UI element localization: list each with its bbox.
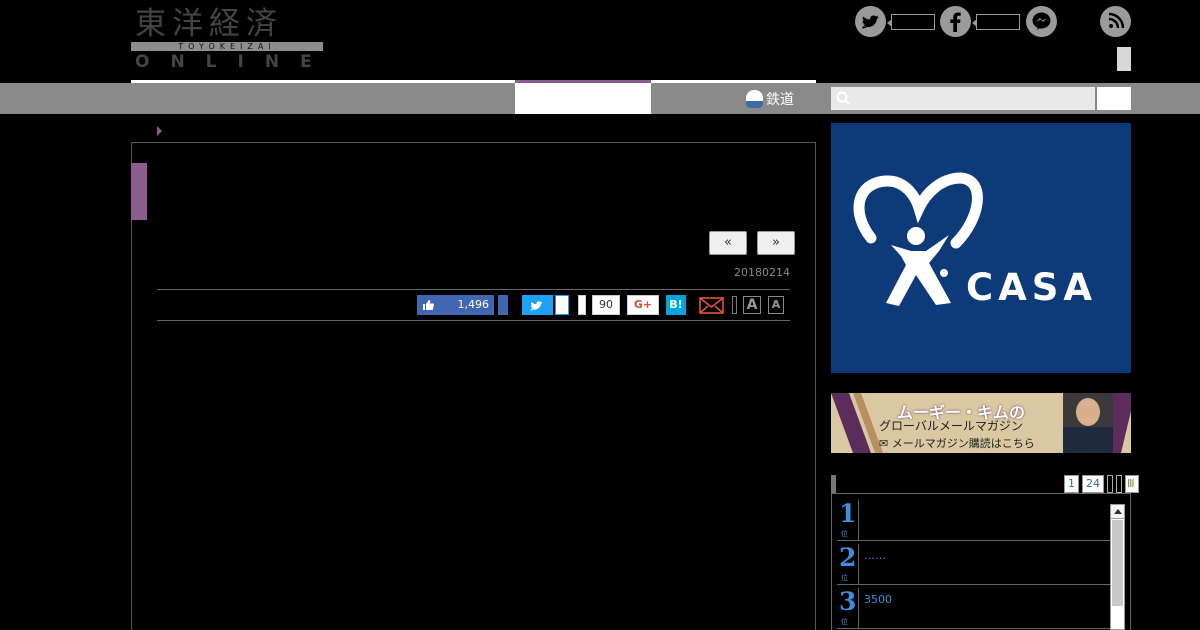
ranking-tab-1[interactable]: 1 bbox=[1064, 475, 1079, 493]
search-icon bbox=[836, 91, 850, 105]
facebook-like-button[interactable]: 1,496 bbox=[417, 295, 494, 315]
ad-casa-banner[interactable]: CASA bbox=[831, 123, 1131, 373]
twitter-bird-icon bbox=[530, 301, 543, 311]
logo-online: ONLINE bbox=[135, 52, 333, 72]
twitter-icon[interactable] bbox=[855, 6, 886, 37]
ad-kim-face bbox=[1076, 398, 1100, 426]
rss-icon[interactable] bbox=[1100, 6, 1131, 37]
title-accent-bar bbox=[131, 163, 147, 220]
ad-kim-cta-text: メールマガジン購読はこちら bbox=[891, 437, 1035, 450]
casa-heart-logo bbox=[853, 172, 983, 306]
ranking-item[interactable]: 1 位 bbox=[837, 498, 1110, 541]
ad-kim-cta: ✉ メールマガジン購読はこちら bbox=[879, 435, 1035, 451]
prev-page-button[interactable]: « bbox=[709, 231, 747, 255]
article-date: 20180214 bbox=[734, 266, 790, 279]
casa-wordmark: CASA bbox=[966, 266, 1098, 309]
social-links bbox=[855, 6, 1135, 40]
facebook-count-box bbox=[972, 14, 1020, 30]
article-paragraph bbox=[189, 347, 751, 372]
ranking-tab-4[interactable] bbox=[1116, 475, 1122, 493]
facebook-icon[interactable] bbox=[940, 6, 971, 37]
ranking-tab-3[interactable] bbox=[1107, 475, 1113, 493]
site-logo[interactable]: 東洋経済 TOYOKEIZAI ONLINE bbox=[131, 6, 325, 72]
logo-kanji: 東洋経済 bbox=[135, 6, 283, 42]
tweet-count bbox=[555, 295, 569, 315]
share-divider-top bbox=[157, 289, 790, 290]
rank-separator bbox=[858, 544, 859, 584]
header-menu-button[interactable] bbox=[1117, 47, 1131, 71]
ad-mail-magazine-banner[interactable]: ムーギー・キムの グローバルメールマガジン ✉ メールマガジン購読はこちら bbox=[831, 393, 1131, 453]
rank-unit: 位 bbox=[841, 574, 848, 582]
ranking-tab-24[interactable]: 24 bbox=[1082, 475, 1104, 493]
rank-unit: 位 bbox=[841, 618, 848, 626]
mail-icon[interactable] bbox=[699, 296, 724, 314]
hatena-bookmark-button[interactable]: B! bbox=[666, 295, 686, 315]
search-button[interactable] bbox=[1097, 87, 1131, 110]
scroll-up-arrow-icon[interactable] bbox=[1110, 504, 1125, 519]
ranking-item[interactable]: 2 位 …… bbox=[837, 542, 1110, 585]
rank-number: 2 bbox=[839, 543, 857, 572]
search-field[interactable] bbox=[831, 87, 1095, 110]
scrollbar-thumb[interactable] bbox=[1112, 520, 1123, 606]
ad-kim-suit bbox=[1063, 427, 1113, 453]
ranking-header-bar bbox=[831, 475, 836, 493]
rank-number: 3 bbox=[839, 587, 857, 616]
thumbs-up-icon bbox=[423, 300, 434, 310]
rank-separator bbox=[858, 500, 859, 540]
rank-number: 1 bbox=[839, 499, 857, 528]
nav-railway-label: 鉄道 bbox=[766, 92, 794, 108]
google-count-tail bbox=[578, 295, 586, 315]
nav-tab-active[interactable] bbox=[515, 83, 651, 114]
train-icon bbox=[746, 90, 763, 108]
facebook-share-button[interactable] bbox=[498, 295, 508, 315]
ranking-item[interactable]: 3 位 3500 bbox=[837, 586, 1110, 629]
google-count: 90 bbox=[592, 295, 620, 315]
rank-title[interactable]: 3500 bbox=[864, 593, 892, 606]
ranking-tabs: 1 24 Ⅲ bbox=[1064, 475, 1139, 493]
ranking-list: 1 位 2 位 …… 3 位 3500 bbox=[831, 493, 1131, 630]
rank-unit: 位 bbox=[841, 530, 848, 538]
next-page-button[interactable]: » bbox=[757, 231, 795, 255]
print-button[interactable] bbox=[732, 296, 737, 314]
share-divider-bottom bbox=[157, 320, 790, 321]
font-size-small-button[interactable]: A bbox=[768, 296, 784, 314]
rank-separator bbox=[858, 588, 859, 628]
ranking-tab-5[interactable]: Ⅲ bbox=[1125, 475, 1139, 493]
article-body bbox=[189, 347, 751, 388]
tweet-button[interactable] bbox=[522, 295, 553, 315]
breadcrumb-arrow-icon bbox=[157, 126, 162, 136]
ad-kim-subtitle: グローバルメールマガジン bbox=[879, 419, 1023, 433]
nav-item-railway[interactable]: 鉄道 bbox=[746, 87, 794, 111]
font-size-large-button[interactable]: A bbox=[743, 296, 761, 314]
nav-top-line bbox=[131, 80, 816, 83]
rank-title[interactable]: …… bbox=[864, 549, 886, 562]
logo-romaji: TOYOKEIZAI bbox=[131, 42, 323, 51]
search-input[interactable] bbox=[855, 88, 1091, 108]
twitter-count-box bbox=[887, 14, 935, 30]
facebook-like-count: 1,496 bbox=[457, 298, 490, 311]
messenger-icon[interactable] bbox=[1026, 6, 1057, 37]
envelope-icon: ✉ bbox=[879, 437, 889, 450]
google-plus-button[interactable]: G+ bbox=[627, 295, 659, 315]
